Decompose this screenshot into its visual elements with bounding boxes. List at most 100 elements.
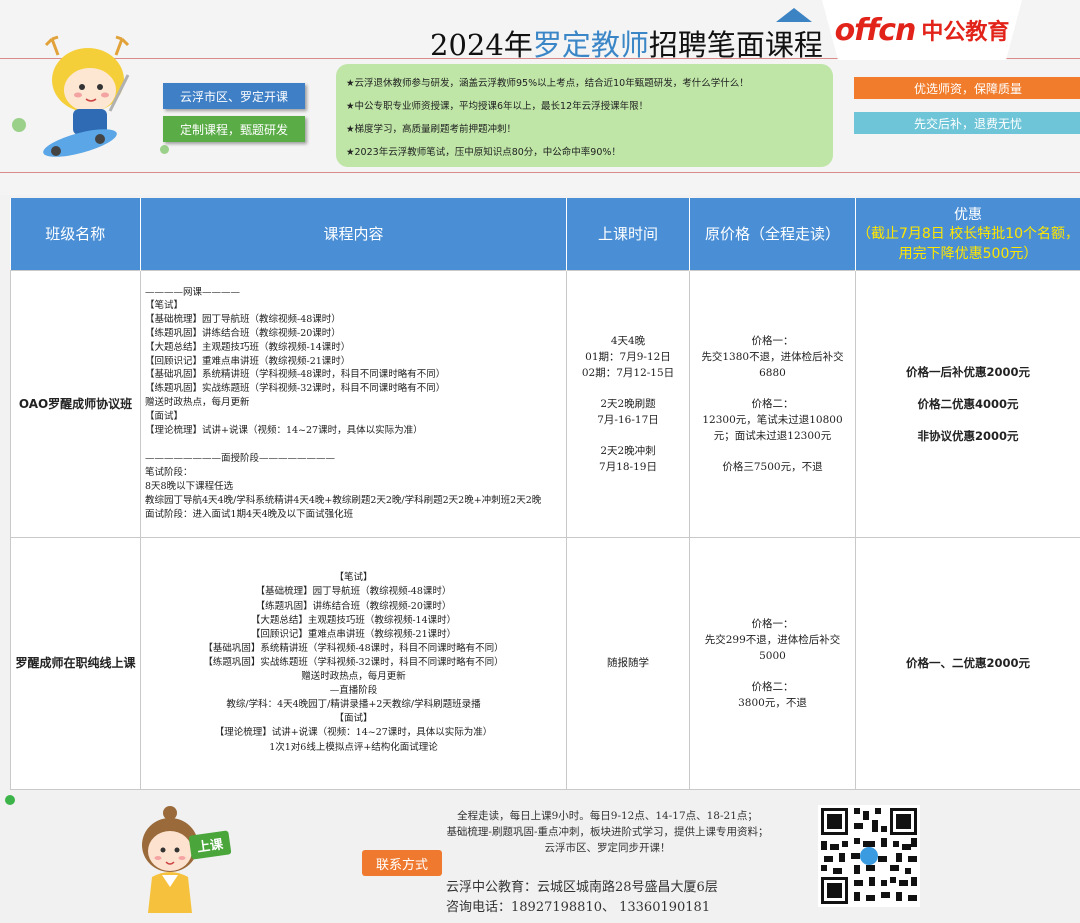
- content-line: 【回顾识记】重难点串讲班（教综视频-21课时）: [250, 628, 457, 640]
- course-content-cell: 【笔试】 【基础梳理】园丁导航班（教综视频-48课时） 【练题巩固】讲练结合班（…: [140, 536, 567, 790]
- price-cell: 价格一： 先交299不退，进体检后补交5000 价格二： 3800元，不退: [689, 536, 856, 790]
- content-line: 【练题巩固】讲练结合班（教综视频-20课时）: [145, 328, 341, 340]
- time-line: 2天2晚刷题: [600, 397, 656, 410]
- time-line: 01期：7月9-12日: [585, 350, 671, 363]
- offcn-logo: offcn 中公教育: [822, 0, 1022, 60]
- content-line: 【回顾识记】重难点串讲班（教综视频-21课时）: [145, 355, 351, 367]
- content-line: 1次1对6线上模拟点评+结构化面试理论: [269, 741, 438, 753]
- content-line: 【理论梳理】试讲+说课（视频：14~27课时，具体以实际为准）: [145, 424, 423, 436]
- time-cell: 随报随学: [566, 536, 690, 790]
- price-line: 价格一：: [751, 617, 794, 630]
- price-line: 先交299不退，进体检后补交5000: [704, 633, 841, 662]
- time-line: 7月18-19日: [599, 460, 657, 473]
- content-line: 【面试】: [145, 410, 184, 422]
- content-line: ————网课————: [145, 286, 241, 298]
- decor-dot: [5, 795, 15, 805]
- content-line: ————————面授阶段————————: [145, 453, 336, 465]
- footer-line: 全程走读，每日上课9小时。每日9-12点、14-17点、18-21点；: [457, 810, 758, 822]
- page-title: 2024年罗定教师招聘笔面课程: [430, 28, 823, 62]
- teacher-mascot: 上课: [142, 806, 232, 913]
- content-line: 【基础梳理】园丁导航班（教综视频-48课时）: [145, 314, 341, 326]
- footer-line: 基础梳理-刷题巩固-重点冲刺，板块进阶式学习，提供上课专用资料；: [446, 826, 769, 838]
- refund-bar: 先交后补，退费无忧: [854, 112, 1080, 134]
- price-cell: 价格一： 先交1380不退，进体检后补交6880 价格二： 12300元，笔试未…: [689, 269, 856, 538]
- discount-line: 价格一后补优惠2000元: [905, 364, 1030, 379]
- content-line: —直播阶段: [329, 685, 378, 697]
- content-line: 【笔试】: [334, 572, 373, 584]
- price-line: 价格一：: [751, 334, 794, 347]
- discount-cell: 价格一、二优惠2000元: [855, 536, 1080, 790]
- header-time: 上课时间: [566, 198, 690, 270]
- content-line: 【面试】: [334, 713, 373, 725]
- content-line: 【笔试】: [145, 300, 184, 312]
- content-line: 【基础梳理】园丁导航班（教综视频-48课时）: [255, 586, 452, 598]
- content-line: 【大题总结】主观题技巧班（教综视频-14课时）: [145, 341, 351, 353]
- discount-cell: 价格一后补优惠2000元 价格二优惠4000元 非协议优惠2000元: [855, 269, 1080, 538]
- highlight-item: ★2023年云浮教师笔试，压中原知识点80分，中公命中率90%！: [346, 147, 621, 158]
- time-cell: 4天4晚 01期：7月9-12日 02期：7月12-15日 2天2晚刷题 7月-…: [566, 269, 690, 538]
- header-price: 原价格（全程走读）: [689, 198, 856, 270]
- content-line: 【练题巩固】讲练结合班（教综视频-20课时）: [255, 600, 452, 612]
- highlights-box: ★云浮退休教师参与研发，涵盖云浮教师95%以上考点，结合近10年甄题研发，考什么…: [336, 64, 833, 167]
- contact-info: 云浮中公教育：云城区城南路28号盛昌大厦6层 咨询电话：18927198810、…: [446, 878, 718, 918]
- content-line: 【基础巩固】系统精讲班（学科视频-48课时，科目不同课时略有不同）: [145, 369, 446, 381]
- content-line: 教综/学科：4天4晚园丁/精讲录播+2天教综/学科刷题班录播: [226, 699, 481, 711]
- content-line: 教综园丁导航4天4晚/学科系统精讲4天4晚+教综刷题2天2晚/学科刷题2天2晚+…: [145, 494, 542, 506]
- content-line: 【理论梳理】试讲+说课（视频：14~27课时，具体以实际为准）: [214, 727, 493, 739]
- header-divider: [0, 172, 1080, 173]
- footer-line: 云浮市区、罗定同步开课！: [544, 842, 671, 854]
- class-name-cell: OAO罗醒成师协议班: [10, 269, 141, 538]
- mascot-illustration: [43, 35, 130, 157]
- content-line: 赠送时政热点，每月更新: [145, 397, 250, 408]
- time-line: 随报随学: [607, 657, 649, 669]
- decor-dot: [160, 145, 169, 154]
- content-line: 【练题巩固】实战练题班（学科视频-32课时，科目不同课时略有不同）: [145, 383, 446, 395]
- phone-text: 咨询电话：18927198810、 13360190181: [446, 900, 711, 915]
- location-pill: 云浮市区、罗定开课: [163, 83, 305, 109]
- content-line: 笔试阶段：: [145, 467, 193, 479]
- content-line: 【练题巩固】实战练题班（学科视频-32课时，科目不同课时略有不同）: [203, 656, 504, 668]
- quality-bar: 优选师资，保障质量: [854, 77, 1080, 99]
- page-header: 2024年罗定教师招聘笔面课程 offcn 中公教育 云浮市区、罗定开课 定制课…: [0, 0, 1080, 195]
- price-line: 价格三7500元，不退: [722, 460, 823, 473]
- highlight-item: ★云浮退休教师参与研发，涵盖云浮教师95%以上考点，结合近10年甄题研发，考什么…: [346, 78, 749, 89]
- highlight-item: ★中公专职专业师资授课，平均授课6年以上，最长12年云浮授课年限！: [346, 101, 649, 112]
- table-header-row: 班级名称 课程内容 上课时间 原价格（全程走读） 优惠 （截止7月8日 校长特批…: [10, 198, 1080, 270]
- price-line: 价格二：: [751, 397, 794, 410]
- header-class-name: 班级名称: [10, 198, 141, 270]
- price-line: 12300元，笔试未过退10800元；面试未过退12300元: [702, 413, 843, 442]
- footer-description: 全程走读，每日上课9小时。每日9-12点、14-17点、18-21点； 基础梳理…: [410, 808, 805, 856]
- price-line: 3800元，不退: [738, 696, 807, 709]
- content-line: 面试阶段：进入面试1期4天4晚及以下面试强化班: [145, 508, 354, 520]
- class-name-cell: 罗醒成师在职纯线上课: [10, 536, 141, 790]
- course-table: 班级名称 课程内容 上课时间 原价格（全程走读） 优惠 （截止7月8日 校长特批…: [10, 198, 1080, 790]
- decor-dot: [12, 118, 26, 132]
- custom-course-pill: 定制课程，甄题研发: [163, 116, 305, 142]
- time-line: 7月-16-17日: [597, 413, 659, 426]
- time-line: 4天4晚: [610, 334, 646, 347]
- time-line: 02期：7月12-15日: [581, 366, 675, 379]
- table-row: 罗醒成师在职纯线上课 【笔试】 【基础梳理】园丁导航班（教综视频-48课时） 【…: [10, 536, 1080, 790]
- header-content: 课程内容: [140, 198, 567, 270]
- price-line: 先交1380不退，进体检后补交6880: [701, 350, 844, 379]
- qr-code: [818, 805, 920, 907]
- discount-line: 价格二优惠4000元: [917, 396, 1019, 411]
- time-line: 2天2晚冲刺: [600, 444, 656, 457]
- course-content-cell: ————网课———— 【笔试】 【基础梳理】园丁导航班（教综视频-48课时） 【…: [140, 269, 567, 538]
- content-line: 赠送时政热点，每月更新: [301, 671, 406, 683]
- content-line: 【大题总结】主观题技巧班（教综视频-14课时）: [250, 614, 457, 626]
- address-text: 云浮中公教育：云城区城南路28号盛昌大厦6层: [446, 880, 718, 895]
- discount-line: 非协议优惠2000元: [917, 428, 1019, 443]
- contact-label: 联系方式: [362, 850, 442, 876]
- discount-line: 价格一、二优惠2000元: [905, 656, 1030, 670]
- price-line: 价格二：: [751, 680, 794, 693]
- header-discount: 优惠 （截止7月8日 校长特批10个名额，用完下降优惠500元）: [855, 198, 1080, 270]
- content-line: 【基础巩固】系统精讲班（学科视频-48课时，科目不同课时略有不同）: [203, 642, 504, 654]
- content-line: 8天8晚以下课程任选: [145, 480, 234, 492]
